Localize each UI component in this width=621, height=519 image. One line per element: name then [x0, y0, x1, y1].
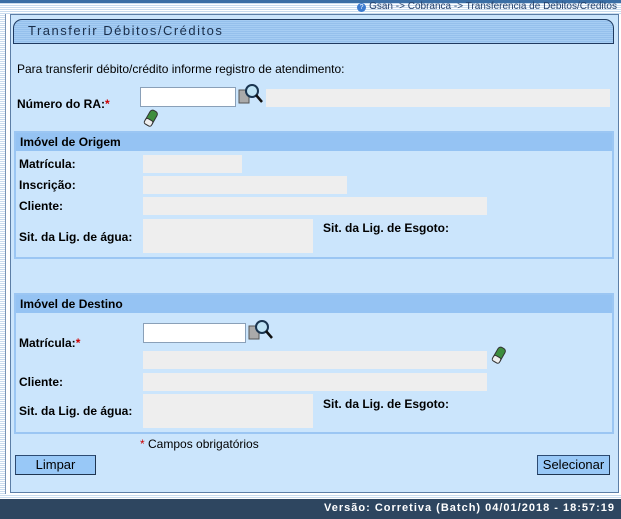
version-footer: Versão: Corretiva (Batch) 04/01/2018 - 1… [0, 499, 621, 519]
destino-header: Imóvel de Destino [16, 295, 612, 313]
destino-matricula-label: Matrícula:* [19, 336, 80, 350]
left-bar [0, 14, 6, 494]
breadcrumb: ? Gsan -> Cobranca -> Transferencia de De… [357, 1, 617, 12]
destino-matricula-label-text: Matrícula: [19, 336, 76, 350]
required-note: * Campos obrigatórios [140, 437, 259, 451]
magnifier-icon[interactable] [238, 82, 264, 106]
selecionar-button[interactable]: Selecionar [537, 455, 610, 475]
required-star: * [75, 336, 81, 350]
origem-inscricao-field [143, 176, 347, 194]
ra-description [266, 89, 610, 107]
required-note-text: Campos obrigatórios [144, 437, 259, 451]
origem-cliente-label: Cliente: [19, 199, 64, 213]
destino-esgoto-label: Sit. da Lig. de Esgoto: [323, 397, 449, 411]
breadcrumb-text: Gsan -> Cobranca -> Transferencia de Deb… [369, 1, 617, 12]
origem-esgoto-label: Sit. da Lig. de Esgoto: [323, 221, 449, 235]
limpar-button[interactable]: Limpar [15, 455, 96, 475]
origem-matricula-label: Matrícula: [19, 157, 76, 171]
magnifier-icon[interactable] [248, 318, 274, 342]
origem-agua-field [143, 219, 313, 253]
ra-input[interactable] [140, 87, 236, 107]
eraser-icon[interactable] [142, 108, 160, 128]
destino-cliente-field [143, 373, 487, 391]
page-title: Transferir Débitos/Créditos [13, 19, 614, 44]
origem-cliente-field [143, 197, 487, 215]
required-star: * [105, 97, 110, 111]
destino-agua-label: Sit. da Lig. de água: [19, 404, 133, 418]
help-icon[interactable]: ? [357, 3, 367, 12]
origem-inscricao-label: Inscrição: [19, 178, 76, 192]
eraser-icon[interactable] [490, 345, 508, 365]
origem-header: Imóvel de Origem [16, 133, 612, 151]
destino-cliente-label: Cliente: [19, 375, 64, 389]
destino-agua-field [143, 394, 313, 428]
instruction-text: Para transferir débito/crédito informe r… [17, 62, 345, 76]
origem-agua-label: Sit. da Lig. de água: [19, 230, 133, 244]
origem-matricula-field [143, 155, 242, 173]
ra-label-text: Número do RA: [17, 97, 105, 111]
ra-label: Número do RA:* [17, 97, 110, 111]
destino-inscricao-field [143, 351, 487, 369]
destino-matricula-input[interactable] [143, 323, 246, 343]
